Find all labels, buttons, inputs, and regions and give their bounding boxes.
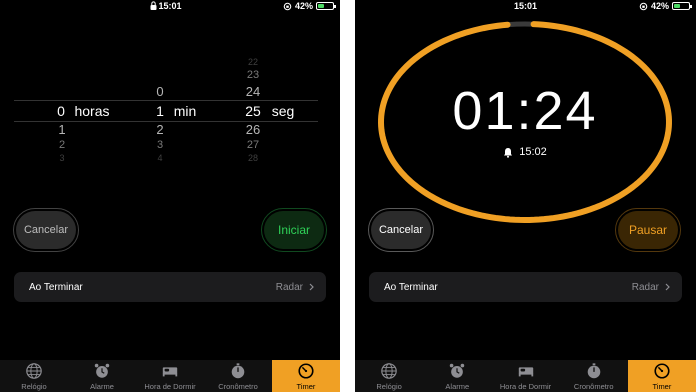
- tab-bedtime[interactable]: Hora de Dormir: [491, 360, 559, 392]
- status-right: 42%: [283, 1, 336, 11]
- status-right: 42%: [639, 1, 692, 11]
- end-sound-value: Radar: [631, 281, 659, 293]
- when-timer-ends-label: Ao Terminar: [29, 281, 83, 293]
- tab-label: Relógio: [21, 382, 47, 391]
- picker-minutes-selected[interactable]: 1: [150, 103, 170, 119]
- tab-alarm[interactable]: Alarme: [423, 360, 491, 392]
- tab-label: Relógio: [376, 382, 402, 391]
- status-bar: 15:01 42%: [0, 0, 340, 12]
- battery-icon: [316, 2, 336, 10]
- tab-label: Hora de Dormir: [144, 382, 196, 391]
- globe-icon: [26, 363, 42, 379]
- tab-stopwatch[interactable]: Cronômetro: [204, 360, 272, 392]
- picker-minutes-below-3[interactable]: 4: [150, 153, 170, 163]
- picker-seconds-selected[interactable]: 25: [240, 103, 266, 119]
- tab-stopwatch[interactable]: Cronômetro: [560, 360, 628, 392]
- timer-setup-screen: 15:01 42% 0 0 horas 1 2 3 1 min 2 3 4 22…: [0, 0, 340, 392]
- tab-timer[interactable]: Timer: [627, 360, 696, 392]
- chevron-right-icon: [309, 283, 314, 291]
- start-button[interactable]: Iniciar: [261, 208, 327, 252]
- picker-hours-below-1[interactable]: 1: [52, 122, 72, 137]
- picker-hours-unit: horas: [74, 103, 110, 119]
- when-timer-ends-row[interactable]: Ao Terminar Radar: [369, 272, 682, 302]
- battery-icon: [672, 2, 692, 10]
- stopwatch-icon: [231, 363, 245, 379]
- when-timer-ends-row[interactable]: Ao Terminar Radar: [14, 272, 326, 302]
- battery-percent: 42%: [650, 1, 669, 11]
- picker-minutes-unit: min: [173, 103, 197, 119]
- picker-seconds-below-2[interactable]: 27: [240, 139, 266, 151]
- timer-running-screen: 15:01 42% 01:24 15:02 Cancelar Pausar Ao…: [355, 0, 696, 392]
- picker-seconds-above-2[interactable]: 23: [240, 69, 266, 81]
- tab-label: Alarme: [445, 382, 470, 391]
- alarm-clock-icon: [94, 363, 110, 378]
- tab-clock[interactable]: Relógio: [0, 360, 68, 392]
- tab-label: Timer: [652, 382, 672, 391]
- bed-icon: [518, 367, 533, 377]
- stopwatch-icon: [587, 363, 601, 379]
- alarm-clock-icon: [450, 363, 465, 378]
- picker-seconds-unit: seg: [271, 103, 295, 119]
- bell-icon: [504, 147, 513, 158]
- globe-icon: [381, 363, 397, 379]
- tab-bar: Relógio Alarme Hora de Dormir Cronômetro…: [355, 360, 696, 392]
- picker-hours-above[interactable]: 0: [150, 84, 170, 99]
- tab-label: Cronômetro: [573, 382, 614, 391]
- tab-bar: Relógio Alarme Hora de Dormir Cronômetro…: [0, 360, 340, 392]
- cancel-button[interactable]: Cancelar: [368, 208, 434, 252]
- picker-seconds-below-1[interactable]: 26: [240, 122, 266, 137]
- picker-seconds-above-3[interactable]: 22: [240, 57, 266, 67]
- picker-seconds-above-1[interactable]: 24: [240, 84, 266, 99]
- picker-minutes-below-1[interactable]: 2: [150, 122, 170, 137]
- picker-seconds-below-3[interactable]: 28: [240, 153, 266, 163]
- tab-label: Hora de Dormir: [499, 382, 552, 391]
- picker-hours-below-3[interactable]: 3: [52, 153, 72, 163]
- battery-percent: 42%: [294, 1, 313, 11]
- orientation-lock-icon: [639, 2, 648, 10]
- alarm-end-time: 15:02: [519, 146, 547, 158]
- tab-bedtime[interactable]: Hora de Dormir: [136, 360, 204, 392]
- timer-icon: [654, 363, 670, 379]
- orientation-lock-icon: [283, 2, 292, 10]
- picker-hours-selected[interactable]: 0: [52, 103, 70, 119]
- end-sound-group: Radar: [276, 282, 314, 293]
- tab-alarm[interactable]: Alarme: [68, 360, 136, 392]
- cancel-button[interactable]: Cancelar: [13, 208, 79, 252]
- chevron-right-icon: [665, 283, 670, 291]
- tab-clock[interactable]: Relógio: [355, 360, 423, 392]
- duration-picker[interactable]: 0 0 horas 1 2 3 1 min 2 3 4 22 23 24 25 …: [0, 55, 340, 165]
- picker-hours-below-2[interactable]: 2: [52, 139, 72, 151]
- status-bar: 15:01 42%: [355, 0, 696, 12]
- tab-label: Alarme: [90, 382, 114, 391]
- countdown-display: 01:24: [452, 81, 598, 141]
- timer-icon: [298, 363, 314, 379]
- when-timer-ends-label: Ao Terminar: [384, 281, 438, 293]
- tab-label: Timer: [296, 382, 316, 391]
- end-sound-group: Radar: [632, 282, 670, 293]
- alarm-time-row: 15:02: [367, 146, 683, 158]
- picker-minutes-below-2[interactable]: 3: [150, 139, 170, 151]
- end-sound-value: Radar: [275, 281, 303, 293]
- tab-label: Cronômetro: [218, 382, 258, 391]
- pause-button[interactable]: Pausar: [615, 208, 681, 252]
- timer-ring: 01:24 15:02: [367, 18, 683, 226]
- bed-icon: [162, 367, 178, 377]
- tab-timer[interactable]: Timer: [272, 360, 340, 392]
